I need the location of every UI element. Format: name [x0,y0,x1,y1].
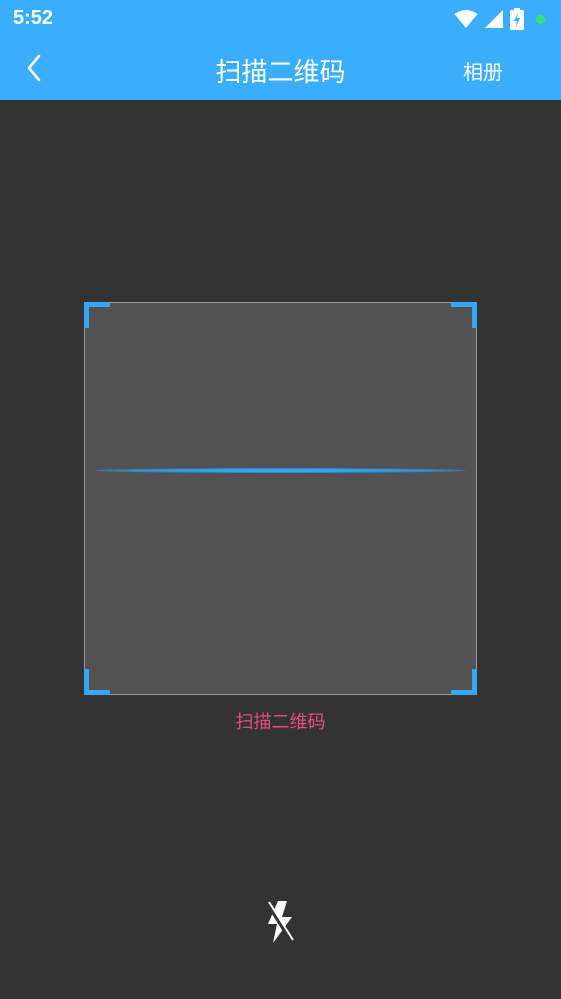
battery-charging-icon [510,8,524,30]
status-icons [454,6,545,32]
flash-off-icon [266,901,294,944]
scan-frame-corner-bottom-right [451,669,477,695]
app-header: 5:52 扫描二维码 相册 [0,0,561,100]
wifi-icon [454,10,478,28]
notification-dot-icon [536,14,545,24]
scan-hint: 扫描二维码 [235,712,326,733]
scan-frame [84,302,477,695]
cell-signal-icon [485,10,503,28]
scan-frame-corner-top-left [84,302,110,328]
scan-frame-corner-bottom-left [84,669,110,695]
flash-toggle-button[interactable] [262,898,298,946]
status-time: 5:52 [13,7,54,29]
album-button[interactable]: 相册 [450,56,516,85]
scan-frame-corner-top-right [451,302,477,328]
scan-line [95,468,466,473]
